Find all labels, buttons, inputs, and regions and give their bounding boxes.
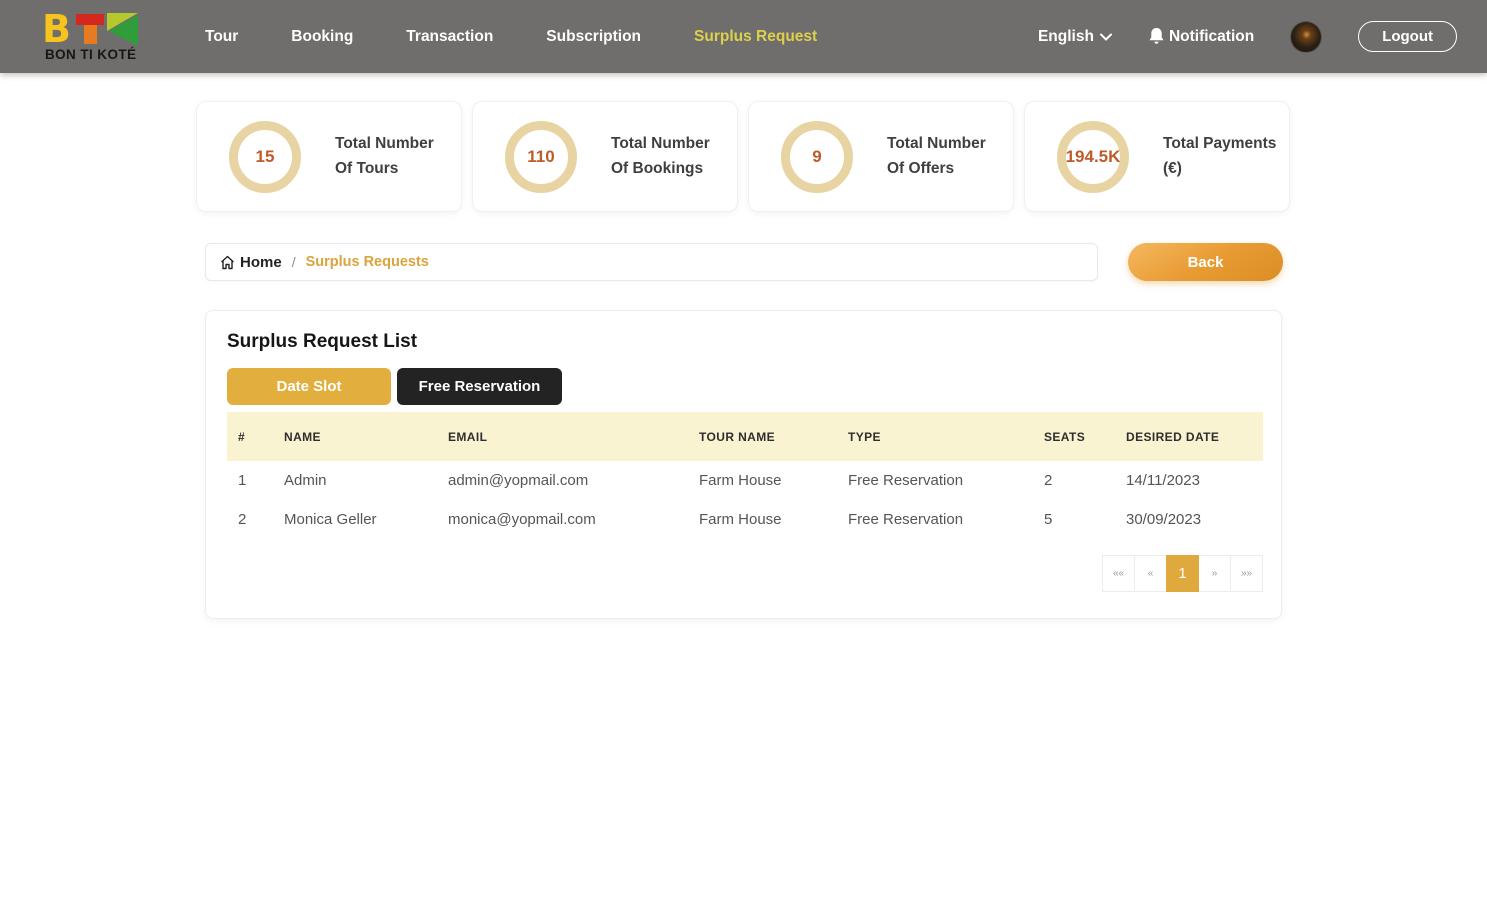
- stats-row: 15 Total Number Of Tours 110 Total Number O…: [196, 101, 1290, 212]
- nav-link-subscription[interactable]: Subscription: [546, 28, 641, 46]
- brand-name: BON TI KOTÉ: [45, 48, 136, 62]
- table-cell: Free Reservation: [837, 500, 1033, 539]
- stat-card: 110 Total Number Of Bookings: [472, 101, 738, 212]
- stat-label: Total Number Of Bookings: [611, 132, 729, 180]
- logout-button[interactable]: Logout: [1358, 21, 1457, 52]
- table-cell: 14/11/2023: [1115, 461, 1263, 500]
- pagination-page[interactable]: 1: [1166, 555, 1199, 592]
- table-cell: 2: [227, 500, 273, 539]
- bell-icon: [1148, 27, 1165, 46]
- breadcrumb-current: Surplus Requests: [306, 254, 429, 270]
- surplus-request-panel: Surplus Request List Date SlotFree Reser…: [205, 310, 1282, 619]
- svg-text:B: B: [45, 11, 71, 47]
- btk-logo-icon: B: [45, 11, 143, 47]
- nav-link-booking[interactable]: Booking: [291, 28, 353, 46]
- table-cell: 5: [1033, 500, 1115, 539]
- user-avatar[interactable]: [1290, 21, 1322, 53]
- notification-label: Notification: [1169, 28, 1254, 46]
- top-navbar: B BON TI KOTÉ Tour Booking Transaction Subs…: [0, 0, 1487, 73]
- column-header: SEATS: [1033, 412, 1115, 461]
- pagination-first[interactable]: ««: [1102, 555, 1135, 592]
- table-body: 1Adminadmin@yopmail.comFarm HouseFree Re…: [227, 461, 1263, 539]
- surplus-request-table: #NAMEEMAILTOUR NAMETYPESEATSDESIRED DATE…: [227, 412, 1263, 539]
- stat-value: 194.5K: [1066, 147, 1121, 167]
- pagination: «««1»»»: [227, 555, 1263, 592]
- table-cell: monica@yopmail.com: [437, 500, 688, 539]
- stat-label: Total Number Of Tours: [335, 132, 453, 180]
- stat-card: 194.5K Total Payments (€): [1024, 101, 1290, 212]
- back-button[interactable]: Back: [1128, 243, 1283, 281]
- table-cell: admin@yopmail.com: [437, 461, 688, 500]
- brand-logo[interactable]: B BON TI KOTÉ: [45, 11, 143, 62]
- pagination-next[interactable]: »: [1198, 555, 1231, 592]
- column-header: DESIRED DATE: [1115, 412, 1263, 461]
- notification-button[interactable]: Notification: [1148, 27, 1254, 46]
- table-cell: 30/09/2023: [1115, 500, 1263, 539]
- tabs: Date SlotFree Reservation: [227, 368, 1261, 405]
- column-header: EMAIL: [437, 412, 688, 461]
- table-cell: 1: [227, 461, 273, 500]
- pagination-prev[interactable]: «: [1134, 555, 1167, 592]
- stat-card: 15 Total Number Of Tours: [196, 101, 462, 212]
- stat-label: Total Payments (€): [1163, 132, 1281, 180]
- table-row: 2Monica Gellermonica@yopmail.comFarm Hou…: [227, 500, 1263, 539]
- breadcrumb-home-link[interactable]: Home: [220, 254, 282, 271]
- table-cell: Farm House: [688, 500, 837, 539]
- panel-title: Surplus Request List: [227, 331, 1261, 353]
- stat-circle: 194.5K: [1057, 121, 1129, 193]
- column-header: #: [227, 412, 273, 461]
- stat-value: 9: [812, 147, 821, 167]
- breadcrumb: Home / Surplus Requests: [205, 243, 1098, 281]
- language-selector[interactable]: English: [1038, 28, 1112, 46]
- stat-circle: 15: [229, 121, 301, 193]
- table-cell: Farm House: [688, 461, 837, 500]
- stat-value: 110: [527, 147, 554, 167]
- nav-link-surplus-request[interactable]: Surplus Request: [694, 28, 817, 46]
- breadcrumb-home-label: Home: [240, 254, 282, 271]
- nav-link-tour[interactable]: Tour: [205, 28, 238, 46]
- stat-circle: 110: [505, 121, 577, 193]
- nav-links: Tour Booking Transaction Subscription Surplu…: [205, 28, 817, 46]
- table-header-row: #NAMEEMAILTOUR NAMETYPESEATSDESIRED DATE: [227, 412, 1263, 461]
- navbar-right: English Notification Logout: [1038, 21, 1457, 53]
- table-cell: Admin: [273, 461, 437, 500]
- stat-card: 9 Total Number Of Offers: [748, 101, 1014, 212]
- stat-value: 15: [256, 147, 275, 167]
- column-header: TOUR NAME: [688, 412, 837, 461]
- stat-label: Total Number Of Offers: [887, 132, 1005, 180]
- nav-link-transaction[interactable]: Transaction: [406, 28, 493, 46]
- stat-circle: 9: [781, 121, 853, 193]
- column-header: TYPE: [837, 412, 1033, 461]
- language-label: English: [1038, 28, 1094, 46]
- table-row: 1Adminadmin@yopmail.comFarm HouseFree Re…: [227, 461, 1263, 500]
- column-header: NAME: [273, 412, 437, 461]
- tab-free-reservation[interactable]: Free Reservation: [397, 368, 562, 405]
- table-cell: 2: [1033, 461, 1115, 500]
- pagination-last[interactable]: »»: [1230, 555, 1263, 592]
- breadcrumb-separator: /: [292, 254, 296, 270]
- home-icon: [220, 255, 235, 270]
- table-cell: Monica Geller: [273, 500, 437, 539]
- table-cell: Free Reservation: [837, 461, 1033, 500]
- chevron-down-icon: [1100, 33, 1112, 41]
- tab-date-slot[interactable]: Date Slot: [227, 368, 391, 405]
